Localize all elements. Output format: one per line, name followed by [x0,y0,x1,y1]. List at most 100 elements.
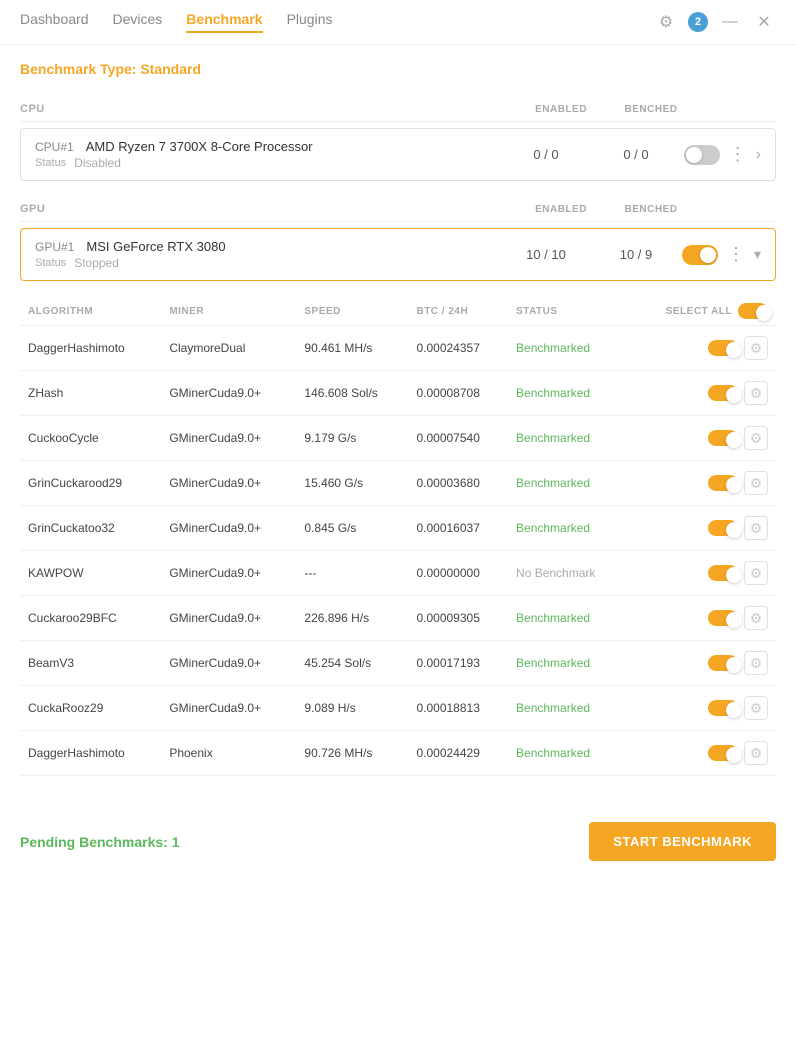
algo-row-2: CuckooCycle GMinerCuda9.0+ 9.179 G/s 0.0… [20,416,776,461]
start-benchmark-button[interactable]: START BENCHMARK [589,822,776,861]
algo-btc: 0.00024429 [408,731,508,776]
algo-btc: 0.00003680 [408,461,508,506]
minimize-icon[interactable]: — [718,10,742,34]
algo-toggle-9[interactable] [708,745,738,761]
algo-table: ALGORITHM MINER SPEED BTC / 24H STATUS S… [20,297,776,776]
algo-toggle-5[interactable] [708,565,738,581]
algo-speed: 0.845 G/s [296,506,408,551]
algo-status: Benchmarked [508,416,628,461]
algo-miner: GMinerCuda9.0+ [161,506,296,551]
cpu-device-info: CPU#1 AMD Ryzen 7 3700X 8-Core Processor… [35,139,501,170]
algo-btc: 0.00017193 [408,641,508,686]
algo-algorithm: CuckaRooz29 [20,686,161,731]
algo-speed: 90.461 MH/s [296,326,408,371]
algo-algorithm: KAWPOW [20,551,161,596]
gpu-benched-label: BENCHED [606,204,696,215]
algo-speed: 146.608 Sol/s [296,371,408,416]
algo-status: Benchmarked [508,686,628,731]
settings-icon[interactable]: ⚙ [654,10,678,34]
algo-row-8: CuckaRooz29 GMinerCuda9.0+ 9.089 H/s 0.0… [20,686,776,731]
algo-row-9: DaggerHashimoto Phoenix 90.726 MH/s 0.00… [20,731,776,776]
tab-benchmark[interactable]: Benchmark [186,11,262,33]
gpu-device-controls: ⋮ ▾ [681,244,761,265]
algo-gear-9[interactable]: ⚙ [744,741,768,765]
footer: Pending Benchmarks: 1 START BENCHMARK [0,802,796,881]
algo-controls: ⚙ [628,506,776,551]
cpu-device-name: AMD Ryzen 7 3700X 8-Core Processor [86,139,313,154]
algo-controls: ⚙ [628,326,776,371]
algo-gear-8[interactable]: ⚙ [744,696,768,720]
gpu-device-name: MSI GeForce RTX 3080 [86,239,225,254]
nav-bar: Dashboard Devices Benchmark Plugins ⚙ 2 … [0,0,796,45]
algo-status: Benchmarked [508,506,628,551]
cpu-toggle[interactable] [684,145,720,165]
cpu-device-card: CPU#1 AMD Ryzen 7 3700X 8-Core Processor… [20,128,776,181]
algo-btc: 0.00009305 [408,596,508,641]
cpu-expand-arrow[interactable]: › [756,146,761,164]
algo-speed: 9.089 H/s [296,686,408,731]
gpu-label: GPU [20,203,516,215]
algo-gear-6[interactable]: ⚙ [744,606,768,630]
col-btc: BTC / 24H [408,297,508,326]
gpu-enabled-label: ENABLED [516,204,606,215]
algo-speed: 15.460 G/s [296,461,408,506]
algo-gear-3[interactable]: ⚙ [744,471,768,495]
gpu-enabled-stat: 10 / 10 [501,247,591,262]
algo-status: Benchmarked [508,371,628,416]
algo-controls: ⚙ [628,731,776,776]
gpu-dots-menu[interactable]: ⋮ [726,244,746,265]
tab-plugins[interactable]: Plugins [287,11,333,33]
algo-row-7: BeamV3 GMinerCuda9.0+ 45.254 Sol/s 0.000… [20,641,776,686]
tab-dashboard[interactable]: Dashboard [20,11,89,33]
notification-badge[interactable]: 2 [688,12,708,32]
algo-status: Benchmarked [508,731,628,776]
algo-speed: 226.896 H/s [296,596,408,641]
select-all-toggle[interactable] [738,303,768,319]
tab-devices[interactable]: Devices [113,11,163,33]
gpu-toggle[interactable] [682,245,718,265]
gpu-benched-stat: 10 / 9 [591,247,681,262]
algo-toggle-0[interactable] [708,340,738,356]
algo-miner: GMinerCuda9.0+ [161,551,296,596]
col-miner: MINER [161,297,296,326]
algo-status: No Benchmark [508,551,628,596]
algo-toggle-2[interactable] [708,430,738,446]
select-all-label: SELECT ALL [666,306,732,317]
algo-gear-2[interactable]: ⚙ [744,426,768,450]
algo-gear-4[interactable]: ⚙ [744,516,768,540]
algo-toggle-1[interactable] [708,385,738,401]
algo-algorithm: DaggerHashimoto [20,326,161,371]
algo-miner: GMinerCuda9.0+ [161,371,296,416]
algo-toggle-4[interactable] [708,520,738,536]
algo-toggle-3[interactable] [708,475,738,491]
algo-speed: 45.254 Sol/s [296,641,408,686]
cpu-dots-menu[interactable]: ⋮ [728,144,748,165]
gpu-status-label: Status [35,257,66,269]
algo-gear-7[interactable]: ⚙ [744,651,768,675]
algo-toggle-6[interactable] [708,610,738,626]
cpu-status: Disabled [74,156,121,170]
nav-icons: ⚙ 2 — ✕ [654,10,776,34]
algo-gear-1[interactable]: ⚙ [744,381,768,405]
gpu-collapse-chevron[interactable]: ▾ [754,246,761,263]
close-icon[interactable]: ✕ [752,10,776,34]
algo-gear-0[interactable]: ⚙ [744,336,768,360]
gpu-device-card: GPU#1 MSI GeForce RTX 3080 Status Stoppe… [20,228,776,281]
cpu-benched-label: BENCHED [606,104,696,115]
cpu-enabled-label: ENABLED [516,104,606,115]
algo-algorithm: CuckooCycle [20,416,161,461]
col-speed: SPEED [296,297,408,326]
algo-algorithm: BeamV3 [20,641,161,686]
cpu-section-header: CPU ENABLED BENCHED [20,97,776,122]
algo-btc: 0.00018813 [408,686,508,731]
col-select-all: SELECT ALL [628,297,776,326]
cpu-device-controls: ⋮ › [681,144,761,165]
algo-miner: GMinerCuda9.0+ [161,416,296,461]
algo-toggle-8[interactable] [708,700,738,716]
algo-algorithm: DaggerHashimoto [20,731,161,776]
algo-gear-5[interactable]: ⚙ [744,561,768,585]
algo-toggle-7[interactable] [708,655,738,671]
algo-status: Benchmarked [508,326,628,371]
algo-speed: --- [296,551,408,596]
algo-row-3: GrinCuckarood29 GMinerCuda9.0+ 15.460 G/… [20,461,776,506]
